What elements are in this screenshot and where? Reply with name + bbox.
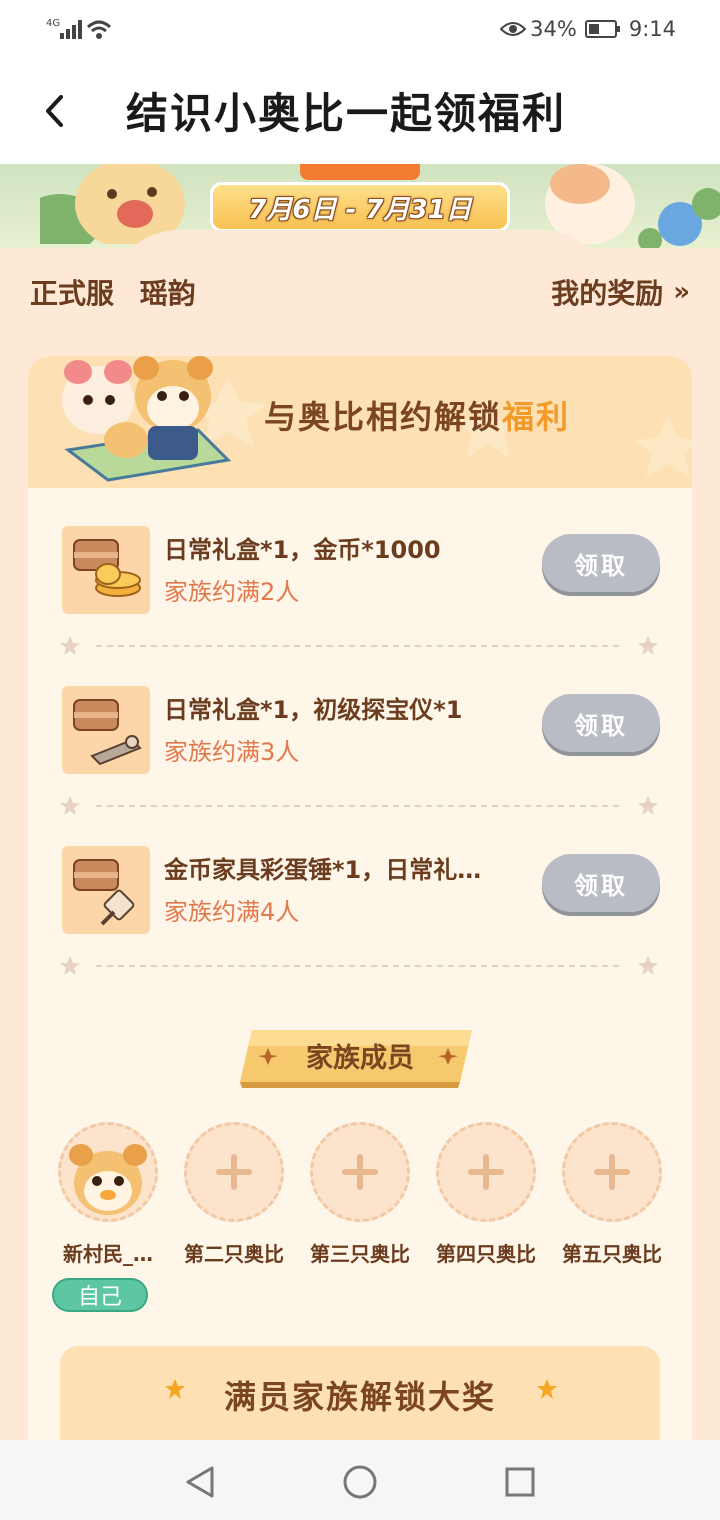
back-button[interactable]	[36, 88, 72, 134]
my-rewards-link[interactable]: 我的奖励 »	[551, 272, 690, 312]
status-tag	[300, 164, 420, 180]
plus-icon	[342, 1154, 378, 1190]
star-divider	[60, 956, 658, 975]
gift-box-detector-icon	[73, 699, 142, 766]
server-name: 瑶韵	[139, 277, 196, 310]
reward-row: 金币家具彩蛋锤*1，日常礼… 家族约满4人 领取	[28, 836, 692, 976]
card-title: 与奥比相约解锁福利	[264, 392, 570, 438]
circle-home-icon	[343, 1465, 377, 1499]
server-type: 正式服	[30, 277, 115, 310]
member-slot-self[interactable]: 新村民_… 自己	[48, 1122, 168, 1312]
reward-thumbnail	[62, 526, 150, 614]
plus-icon	[468, 1154, 504, 1190]
reward-name: 日常礼盒*1，金币*1000	[164, 536, 441, 564]
aobi-characters-art	[62, 356, 232, 482]
double-chevron-right-icon: »	[673, 277, 690, 307]
member-name: 新村民_…	[63, 1242, 153, 1266]
card-header: 与奥比相约解锁福利	[28, 356, 692, 488]
date-range: 7月6日 - 7月31日	[210, 182, 510, 232]
nav-recents-button[interactable]	[498, 1460, 542, 1504]
system-nav-bar	[0, 1440, 720, 1520]
reward-condition: 家族约满2人	[164, 578, 300, 606]
grand-prize-title: 满员家族解锁大奖	[223, 1378, 496, 1416]
event-banner: 7月6日 - 7月31日	[0, 164, 720, 248]
member-name: 第三只奥比	[310, 1242, 410, 1266]
reward-condition: 家族约满4人	[164, 898, 300, 926]
page-title: 结识小奥比一起领福利	[126, 89, 567, 138]
member-name: 第五只奥比	[562, 1242, 662, 1266]
add-member-slot	[310, 1122, 410, 1222]
banner-curve	[132, 230, 588, 248]
reward-row: 日常礼盒*1，金币*1000 家族约满2人 领取	[28, 516, 692, 656]
card-title-highlight: 福利	[502, 398, 571, 436]
chevron-left-icon	[46, 95, 63, 127]
card-title-prefix: 与奥比相约解锁	[264, 398, 503, 436]
battery-percent: 34%	[530, 17, 577, 41]
plus-icon	[594, 1154, 630, 1190]
reward-row: 日常礼盒*1，初级探宝仪*1 家族约满3人 领取	[28, 676, 692, 816]
gift-box-hammer-icon	[73, 859, 135, 926]
family-members-banner: 家族成员	[238, 1026, 482, 1090]
member-name: 第四只奥比	[436, 1242, 536, 1266]
member-slot-empty[interactable]: 第二只奥比	[174, 1122, 294, 1292]
reward-thumbnail	[62, 846, 150, 934]
my-rewards-label: 我的奖励	[551, 277, 664, 310]
signal-icon: 4G	[46, 18, 112, 39]
clock: 9:14	[628, 17, 676, 41]
star-icon	[537, 1379, 557, 1399]
add-member-slot	[184, 1122, 284, 1222]
star-divider	[60, 636, 658, 655]
add-member-slot	[436, 1122, 536, 1222]
svg-text:4G: 4G	[46, 18, 60, 29]
triangle-back-icon	[186, 1466, 214, 1498]
family-members-title: 家族成员	[306, 1043, 414, 1074]
reward-name: 金币家具彩蛋锤*1，日常礼…	[164, 856, 482, 884]
status-bar: 4G 34% 9:14	[0, 0, 720, 58]
gift-box-coins-icon	[73, 539, 141, 597]
avatar	[58, 1122, 158, 1222]
server-info: 正式服 瑶韵	[30, 272, 196, 312]
title-bar: 结识小奥比一起领福利	[0, 58, 720, 164]
self-badge: 自己	[52, 1278, 148, 1312]
claim-button[interactable]: 领取	[542, 694, 660, 752]
member-slot-empty[interactable]: 第三只奥比	[300, 1122, 420, 1292]
reward-thumbnail	[62, 686, 150, 774]
nav-back-button[interactable]	[178, 1460, 222, 1504]
member-slot-empty[interactable]: 第五只奥比	[552, 1122, 672, 1292]
rewards-card: 与奥比相约解锁福利 日常礼盒*1，金币*1000 家族约满2人 领取 日常礼盒*…	[28, 356, 692, 1466]
plus-icon	[216, 1154, 252, 1190]
reward-condition: 家族约满3人	[164, 738, 300, 766]
star-divider	[60, 796, 658, 815]
claim-button[interactable]: 领取	[542, 854, 660, 912]
eye-comfort-icon	[500, 22, 527, 36]
battery-icon	[584, 20, 620, 38]
claim-button[interactable]: 领取	[542, 534, 660, 592]
nav-home-button[interactable]	[338, 1460, 382, 1504]
add-member-slot	[562, 1122, 662, 1222]
aobi-avatar-icon	[69, 1144, 147, 1215]
reward-name: 日常礼盒*1，初级探宝仪*1	[164, 696, 463, 724]
square-recents-icon	[505, 1467, 535, 1497]
member-slot-empty[interactable]: 第四只奥比	[426, 1122, 546, 1292]
member-name: 第二只奥比	[184, 1242, 284, 1266]
server-row: 正式服 瑶韵 我的奖励 »	[30, 272, 690, 312]
